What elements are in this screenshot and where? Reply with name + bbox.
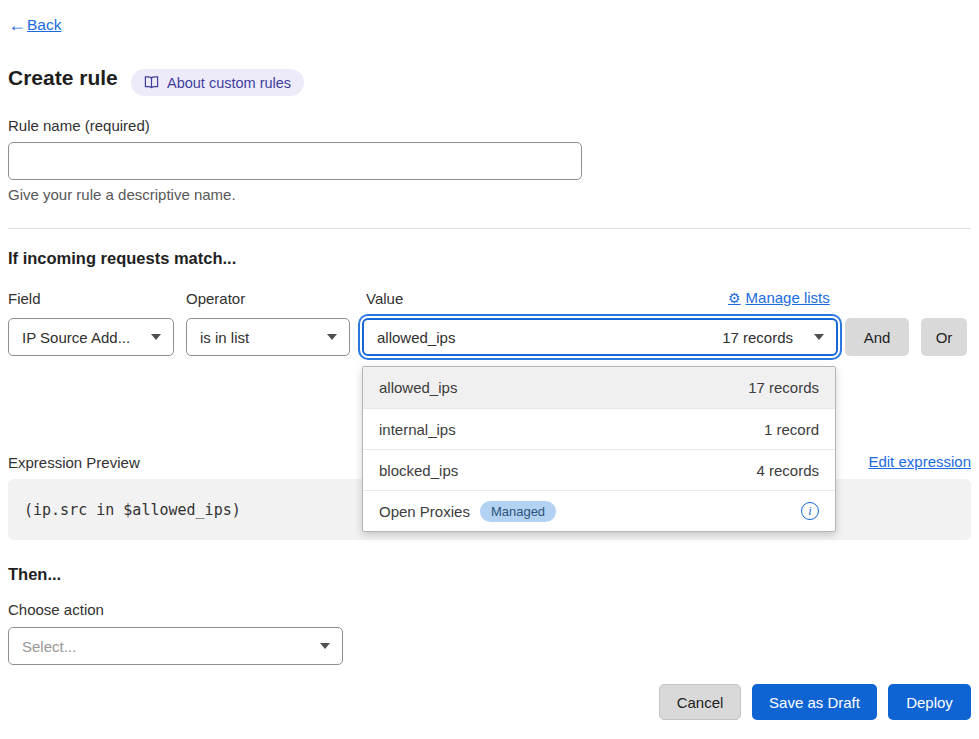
expression-preview-label: Expression Preview [8,454,140,471]
list-item-name: Open Proxies [379,503,470,520]
match-section-heading: If incoming requests match... [8,249,236,268]
list-item-open-proxies[interactable]: Open Proxies Managed i [363,490,835,531]
managed-badge: Managed [480,501,556,522]
operator-label: Operator [186,290,245,307]
chevron-down-icon [814,334,824,340]
about-custom-rules-label: About custom rules [167,75,291,91]
action-select-placeholder: Select... [22,638,76,655]
back-arrow-icon: ← [8,16,26,34]
chevron-down-icon [327,334,337,340]
section-divider [8,228,971,229]
list-item-blocked-ips[interactable]: blocked_ips 4 records [363,449,835,490]
list-item-meta: 1 record [764,421,819,438]
list-item-internal-ips[interactable]: internal_ips 1 record [363,408,835,449]
back-link[interactable]: ← Back [8,16,61,34]
chevron-down-icon [320,643,330,649]
and-button[interactable]: And [845,318,909,356]
info-icon[interactable]: i [801,502,819,520]
value-combobox[interactable]: allowed_ips 17 records [362,318,838,356]
list-item-allowed-ips[interactable]: allowed_ips 17 records [363,367,835,408]
manage-lists-label: Manage lists [746,289,830,306]
or-button[interactable]: Or [921,318,967,356]
manage-lists-link[interactable]: ⚙ Manage lists [728,289,830,306]
gear-icon: ⚙ [728,290,741,306]
book-icon [144,75,159,90]
save-as-draft-button[interactable]: Save as Draft [752,684,877,720]
operator-select[interactable]: is in list [186,318,350,356]
edit-expression-link[interactable]: Edit expression [868,453,971,470]
list-item-meta: 4 records [756,462,819,479]
rule-name-input[interactable] [8,142,582,180]
back-label: Back [27,16,61,34]
value-label: Value [366,290,403,307]
list-item-name: allowed_ips [379,379,457,396]
then-section-heading: Then... [8,565,61,584]
rule-name-label: Rule name (required) [8,117,150,134]
about-custom-rules-badge[interactable]: About custom rules [131,69,304,96]
action-select[interactable]: Select... [8,627,343,665]
choose-action-label: Choose action [8,601,104,618]
field-select[interactable]: IP Source Add... [8,318,174,356]
chevron-down-icon [151,334,161,340]
rule-name-helper: Give your rule a descriptive name. [8,186,236,203]
expression-code: (ip.src in $allowed_ips) [24,501,241,519]
deploy-button[interactable]: Deploy [888,684,971,720]
list-item-name: blocked_ips [379,462,458,479]
operator-select-value: is in list [200,329,249,346]
value-combobox-value: allowed_ips [377,329,455,346]
page-title: Create rule [8,66,118,90]
list-item-name: internal_ips [379,421,456,438]
field-select-value: IP Source Add... [22,329,130,346]
value-records-count: 17 records [722,329,793,346]
list-dropdown: allowed_ips 17 records internal_ips 1 re… [362,366,836,532]
field-label: Field [8,290,41,307]
cancel-button[interactable]: Cancel [659,684,741,720]
list-item-meta: 17 records [748,379,819,396]
